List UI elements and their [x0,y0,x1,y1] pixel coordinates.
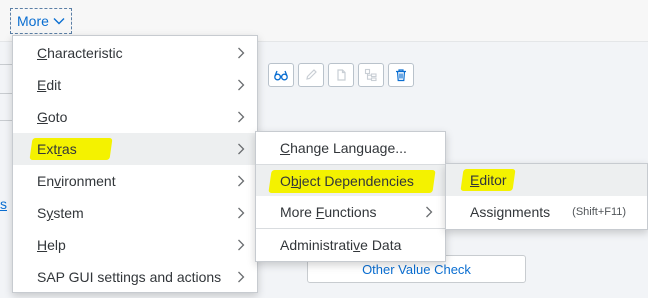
menu-item-label: Object Dependencies [280,172,414,189]
menu-item-goto[interactable]: Goto [13,101,257,133]
menu-item-label: Goto [37,109,68,125]
menu-item-extras[interactable]: Extras [13,133,257,165]
menu-item-label: Change Language... [280,140,407,156]
more-button[interactable]: More [10,8,72,34]
menu-item-label: Extras [37,141,77,157]
chevron-right-icon [426,206,433,218]
menu-item-sap-gui-settings[interactable]: SAP GUI settings and actions [13,261,257,293]
menu-item-label: Edit [37,77,62,93]
delete-trash-icon [396,69,406,82]
copy-button[interactable] [328,63,354,87]
menu-item-more-functions[interactable]: More Functions [256,196,445,228]
menu-item-label: More Functions [280,204,377,220]
menu-item-assignments[interactable]: Assignments (Shift+F11) [446,196,647,228]
delete-button[interactable] [388,63,414,87]
menu-item-object-dependencies[interactable]: Object Dependencies [256,164,445,196]
edit-pencil-icon [306,69,317,80]
object-toolbar [268,63,414,87]
object-dependencies-submenu: Editor Assignments (Shift+F11) [445,163,648,230]
menu-item-characteristic[interactable]: Characteristic [13,37,257,69]
display-glasses-icon [274,70,288,81]
chevron-right-icon [238,239,245,251]
menu-item-help[interactable]: Help [13,229,257,261]
edit-button[interactable] [298,63,324,87]
copy-document-icon [337,69,346,81]
more-button-label: More [17,13,49,29]
menu-item-label: SAP GUI settings and actions [37,269,222,285]
menu-item-label: Editor [470,172,507,188]
structure-button[interactable] [358,63,384,87]
chevron-right-icon [238,79,245,91]
menu-item-edit[interactable]: Edit [13,69,257,101]
menu-item-label: Environment [37,173,116,189]
background-link-fragment[interactable]: s [0,196,7,212]
chevron-right-icon [238,47,245,59]
menu-item-administrative-data[interactable]: Administrative Data [256,228,445,260]
menu-item-label: System [37,205,84,221]
keyboard-shortcut: (Shift+F11) [572,206,627,218]
structure-tree-icon [364,68,377,82]
menu-item-label: Characteristic [37,45,123,61]
menu-item-environment[interactable]: Environment [13,165,257,197]
menu-item-editor[interactable]: Editor [446,164,647,196]
menu-item-label: Administrative Data [280,236,402,253]
menu-item-change-language[interactable]: Change Language... [256,132,445,164]
chevron-right-icon [238,207,245,219]
chevron-right-icon [238,143,245,155]
chevron-right-icon [238,175,245,187]
extras-submenu: Change Language... Object Dependencies M… [255,131,446,262]
menu-item-label: Help [37,237,66,253]
display-button[interactable] [268,63,294,87]
chevron-right-icon [238,111,245,123]
chevron-down-icon [53,18,65,25]
more-dropdown-menu: Characteristic Edit Goto Extras Environm… [12,35,258,293]
chevron-right-icon [238,271,245,283]
menu-item-system[interactable]: System [13,197,257,229]
menu-item-label: Assignments [470,204,551,220]
